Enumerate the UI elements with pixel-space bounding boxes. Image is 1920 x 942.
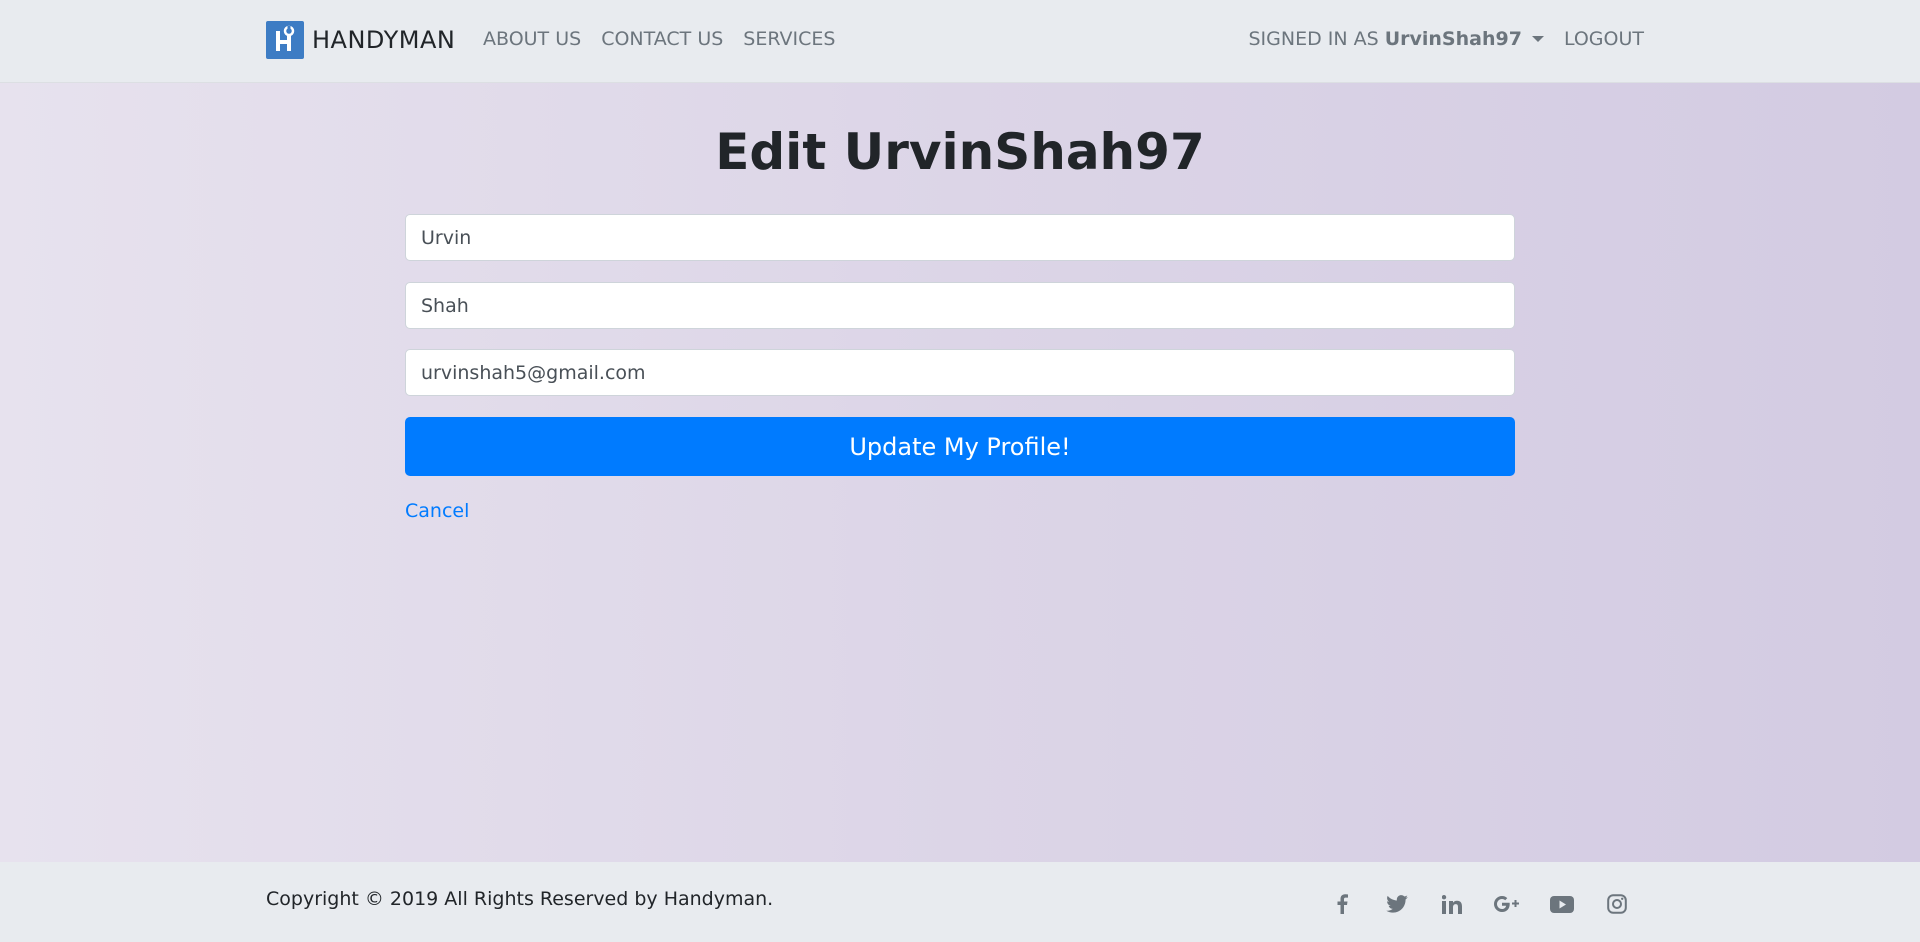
- brand-name: HANDYMAN: [312, 26, 456, 54]
- cancel-link[interactable]: Cancel: [405, 500, 469, 522]
- google-plus-icon[interactable]: [1479, 892, 1534, 916]
- signed-in-username: UrvinShah97: [1384, 28, 1522, 50]
- nav-link-contact-us[interactable]: CONTACT US: [601, 28, 723, 50]
- instagram-icon[interactable]: [1589, 892, 1644, 916]
- twitter-icon[interactable]: [1369, 892, 1424, 916]
- last-name-field[interactable]: [405, 282, 1515, 329]
- footer: Copyright © 2019 All Rights Reserved by …: [0, 862, 1920, 942]
- email-field[interactable]: [405, 349, 1515, 396]
- nav-links: ABOUT US CONTACT US SERVICES: [483, 28, 835, 50]
- signed-in-prefix: SIGNED IN AS: [1248, 28, 1379, 50]
- nav-user-area: SIGNED IN AS UrvinShah97 LOGOUT: [1249, 28, 1645, 50]
- copyright-text: Copyright © 2019 All Rights Reserved by …: [266, 888, 774, 910]
- main-content: Edit UrvinShah97 Update My Profile! Canc…: [0, 83, 1920, 862]
- logout-link[interactable]: LOGOUT: [1564, 28, 1644, 50]
- first-name-field[interactable]: [405, 214, 1515, 261]
- update-profile-button[interactable]: Update My Profile!: [405, 417, 1515, 476]
- brand-link[interactable]: HANDYMAN: [266, 21, 455, 59]
- social-links: [1314, 892, 1644, 916]
- navbar: HANDYMAN ABOUT US CONTACT US SERVICES SI…: [0, 0, 1920, 83]
- nav-link-services[interactable]: SERVICES: [743, 28, 835, 50]
- youtube-icon[interactable]: [1534, 892, 1589, 916]
- user-dropdown-toggle[interactable]: SIGNED IN AS UrvinShah97: [1249, 28, 1544, 50]
- caret-down-icon: [1531, 36, 1544, 42]
- linkedin-icon[interactable]: [1424, 892, 1479, 916]
- nav-link-about-us[interactable]: ABOUT US: [483, 28, 581, 50]
- page-title: Edit UrvinShah97: [715, 123, 1205, 181]
- handyman-logo-icon: [266, 21, 304, 59]
- facebook-icon[interactable]: [1314, 892, 1369, 916]
